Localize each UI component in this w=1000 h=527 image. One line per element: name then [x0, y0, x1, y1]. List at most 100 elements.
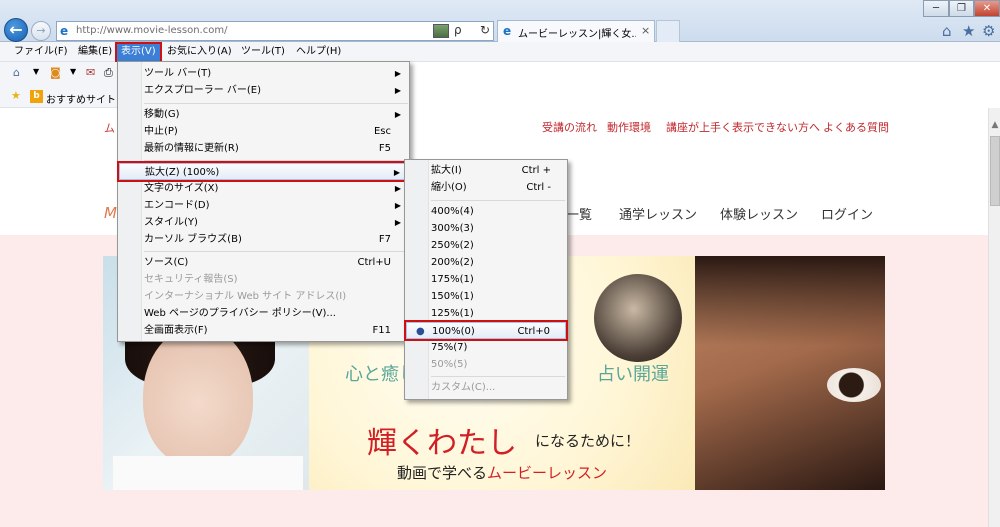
- forward-button[interactable]: →: [31, 21, 51, 41]
- view-menu-caret-browsing[interactable]: カーソル ブラウズ(B) F7: [119, 231, 408, 248]
- menu-edit[interactable]: 編集(E): [74, 44, 116, 61]
- view-menu-refresh[interactable]: 最新の情報に更新(R) F5: [119, 140, 408, 157]
- view-menu-encoding[interactable]: エンコード(D) ▶: [119, 197, 408, 214]
- zoom-250[interactable]: 250%(2): [406, 237, 566, 254]
- view-menu-style[interactable]: スタイル(Y) ▶: [119, 214, 408, 231]
- menu-item-label: 移動(G): [144, 109, 180, 120]
- hero-right-hair: [695, 256, 885, 346]
- menu-help[interactable]: ヘルプ(H): [292, 44, 345, 61]
- favorites-star-icon[interactable]: ★: [962, 22, 975, 40]
- menu-item-label: エンコード(D): [144, 200, 210, 211]
- zoom-submenu: 拡大(I) Ctrl + 縮小(O) Ctrl - 400%(4) 300%(3) …: [404, 159, 568, 400]
- menu-item-label: 175%(1): [431, 274, 474, 285]
- favorites-suggested-sites[interactable]: おすすめサイト: [46, 91, 116, 106]
- menu-item-label: 50%(5): [431, 359, 468, 370]
- submenu-arrow-icon: ▶: [393, 168, 400, 177]
- zoom-150[interactable]: 150%(1): [406, 288, 566, 305]
- view-menu-security-report: セキュリティ報告(S): [119, 271, 408, 288]
- scrollbar-thumb[interactable]: [990, 136, 1000, 206]
- menu-item-label: カスタム(C)...: [431, 382, 496, 393]
- new-tab-button[interactable]: [656, 20, 680, 42]
- tab-close-icon[interactable]: ×: [641, 24, 650, 37]
- chevron-down-icon[interactable]: ▼: [33, 67, 39, 76]
- view-menu-zoom[interactable]: 拡大(Z) (100%) ▶: [117, 161, 410, 182]
- submenu-arrow-icon: ▶: [394, 218, 401, 227]
- view-menu-stop[interactable]: 中止(P) Esc: [119, 123, 408, 140]
- zoom-100-selected[interactable]: ● 100%(0) Ctrl+0: [404, 320, 568, 341]
- home-toolbar-icon[interactable]: ⌂: [13, 66, 20, 79]
- back-button[interactable]: ←: [4, 18, 28, 42]
- menu-item-shortcut: Ctrl+0: [517, 326, 550, 337]
- browser-tab[interactable]: e ムービーレッスン|輝く女... ×: [497, 20, 655, 42]
- zoom-in[interactable]: 拡大(I) Ctrl +: [406, 162, 566, 179]
- address-url[interactable]: http://www.movie-lesson.com/: [76, 25, 227, 36]
- menu-item-label: 全画面表示(F): [144, 325, 208, 336]
- menu-item-label: 拡大(I): [431, 165, 462, 176]
- view-menu-privacy-policy[interactable]: Web ページのプライバシー ポリシー(V)...: [119, 305, 408, 322]
- zoom-125[interactable]: 125%(1): [406, 305, 566, 322]
- print-icon[interactable]: ⎙: [104, 66, 113, 80]
- menu-item-label: セキュリティ報告(S): [144, 274, 238, 285]
- vertical-scrollbar[interactable]: ▲: [988, 108, 1000, 527]
- selected-bullet-icon: ●: [416, 326, 425, 337]
- nav-trial-lesson[interactable]: 体験レッスン: [720, 204, 798, 223]
- search-icon[interactable]: ρ: [454, 23, 462, 37]
- menu-view[interactable]: 表示(V): [115, 42, 162, 63]
- view-menu-full-screen[interactable]: 全画面表示(F) F11: [119, 322, 408, 339]
- menu-item-label: 75%(7): [431, 342, 468, 353]
- zoom-75[interactable]: 75%(7): [406, 339, 566, 356]
- zoom-175[interactable]: 175%(1): [406, 271, 566, 288]
- window-minimize-button[interactable]: ─: [923, 0, 949, 17]
- chevron-down-icon[interactable]: ▼: [70, 67, 76, 76]
- zoom-200[interactable]: 200%(2): [406, 254, 566, 271]
- submenu-arrow-icon: ▶: [394, 86, 401, 95]
- top-link-faq[interactable]: よくある質問: [823, 119, 889, 135]
- menu-item-label: 150%(1): [431, 291, 474, 302]
- nav-classroom-lesson[interactable]: 通学レッスン: [619, 204, 697, 223]
- window-maximize-button[interactable]: ❐: [949, 0, 974, 17]
- address-bar[interactable]: e http://www.movie-lesson.com/ ρ ↻: [56, 21, 494, 41]
- hero-right-eye: [827, 368, 881, 402]
- menu-item-label: 125%(1): [431, 308, 474, 319]
- site-logo[interactable]: M: [104, 204, 117, 222]
- submenu-arrow-icon: ▶: [394, 201, 401, 210]
- menu-file[interactable]: ファイル(F): [10, 44, 72, 61]
- menu-separator: [431, 376, 565, 377]
- top-link-environment[interactable]: 動作環境: [607, 119, 651, 135]
- menu-item-shortcut: F5: [378, 143, 391, 154]
- nav-list[interactable]: 一覧: [566, 204, 592, 223]
- home-icon[interactable]: ⌂: [942, 22, 952, 40]
- settings-gear-icon[interactable]: ⚙: [982, 22, 995, 40]
- favorites-add-icon[interactable]: ★: [11, 89, 21, 102]
- view-menu-go-to[interactable]: 移動(G) ▶: [119, 106, 408, 123]
- window-close-button[interactable]: ✕: [974, 0, 1000, 17]
- scroll-up-arrow-icon[interactable]: ▲: [989, 120, 1000, 130]
- zoom-out[interactable]: 縮小(O) Ctrl -: [406, 179, 566, 196]
- refresh-icon[interactable]: ↻: [480, 23, 490, 37]
- view-menu-dropdown: ツール バー(T) ▶ エクスプローラー バー(E) ▶ 移動(G) ▶ 中止(P) E…: [117, 61, 410, 342]
- compatibility-view-icon[interactable]: [433, 24, 449, 38]
- view-menu-text-size[interactable]: 文字のサイズ(X) ▶: [119, 180, 408, 197]
- menu-tools[interactable]: ツール(T): [237, 44, 289, 61]
- hero-title: 輝くわたし: [367, 426, 517, 461]
- site-logo-top[interactable]: ム: [104, 120, 115, 136]
- ie-page-icon: e: [60, 24, 69, 38]
- view-menu-toolbars[interactable]: ツール バー(T) ▶: [119, 65, 408, 82]
- menu-item-label: スタイル(Y): [144, 217, 198, 228]
- menu-separator: [144, 160, 408, 161]
- menu-item-shortcut: Ctrl +: [521, 165, 551, 176]
- mail-icon[interactable]: ✉: [86, 66, 95, 79]
- view-menu-source[interactable]: ソース(C) Ctrl+U: [119, 254, 408, 271]
- menu-item-shortcut: F11: [372, 325, 391, 336]
- view-menu-explorer-bars[interactable]: エクスプローラー バー(E) ▶: [119, 82, 408, 99]
- rss-feed-icon[interactable]: ◙: [50, 66, 61, 79]
- nav-login[interactable]: ログイン: [821, 204, 873, 223]
- hero-photo-right: [695, 256, 885, 490]
- top-link-flow[interactable]: 受講の流れ: [542, 119, 597, 135]
- zoom-300[interactable]: 300%(3): [406, 220, 566, 237]
- menu-favorites[interactable]: お気に入り(A): [163, 44, 236, 61]
- top-link-troubleshoot[interactable]: 講座が上手く表示できない方へ: [666, 119, 820, 135]
- ie-tab-icon: e: [503, 24, 512, 38]
- menu-separator: [431, 200, 565, 201]
- zoom-400[interactable]: 400%(4): [406, 203, 566, 220]
